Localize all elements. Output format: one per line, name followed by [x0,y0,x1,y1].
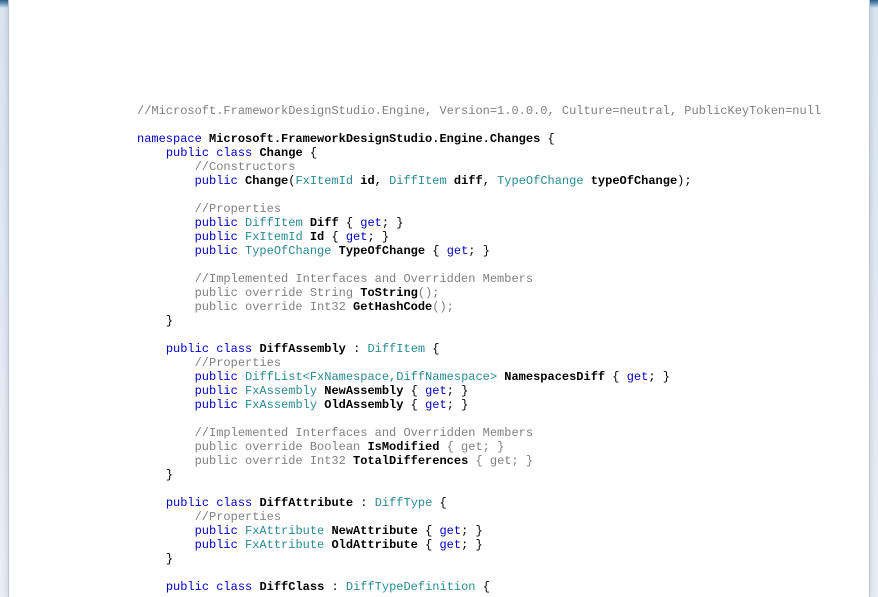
class-diffclass: DiffClass [259,580,324,594]
class-change: Change [259,146,302,160]
document-page: //Microsoft.FrameworkDesignStudio.Engine… [8,0,870,597]
class-diffattribute: DiffAttribute [259,496,353,510]
namespace-name: Microsoft.FrameworkDesignStudio.Engine.C… [209,132,540,146]
code-content: //Microsoft.FrameworkDesignStudio.Engine… [9,104,869,594]
header-comment: //Microsoft.FrameworkDesignStudio.Engine… [137,104,821,118]
code-block: //Microsoft.FrameworkDesignStudio.Engine… [9,0,869,597]
ctor-comment: //Constructors [195,160,296,174]
class-diffassembly: DiffAssembly [259,342,345,356]
props-comment: //Properties [195,202,281,216]
kw-namespace: namespace [137,132,202,146]
impl-comment: //Implemented Interfaces and Overridden … [195,272,533,286]
